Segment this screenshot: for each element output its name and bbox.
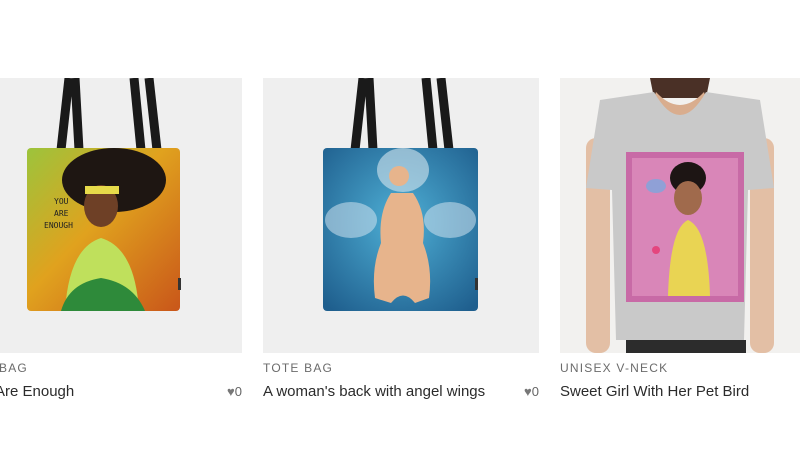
like-button[interactable]: ♥0 — [227, 384, 242, 399]
product-image-tote-angel-wings[interactable] — [263, 78, 539, 353]
like-count: 0 — [531, 384, 539, 399]
product-title[interactable]: Are Enough — [0, 383, 74, 400]
like-count: 0 — [234, 384, 242, 399]
product-image-tote-you-are-enough[interactable]: YOU ARE ENOUGH — [0, 78, 242, 353]
product-title[interactable]: Sweet Girl With Her Pet Bird — [560, 383, 749, 400]
heart-icon: ♥ — [227, 384, 235, 399]
product-category: BAG — [0, 361, 28, 375]
artwork-text-enough: ENOUGH — [44, 221, 73, 230]
product-category: UNISEX V-NECK — [560, 361, 669, 375]
heart-icon: ♥ — [524, 384, 532, 399]
artwork-text-you: YOU — [54, 197, 69, 206]
like-button[interactable]: ♥0 — [524, 384, 539, 399]
product-image-vneck-sweet-girl[interactable] — [560, 78, 800, 353]
product-category: TOTE BAG — [263, 361, 334, 375]
artwork-text-are: ARE — [54, 209, 69, 218]
product-title[interactable]: A woman's back with angel wings — [263, 383, 485, 400]
